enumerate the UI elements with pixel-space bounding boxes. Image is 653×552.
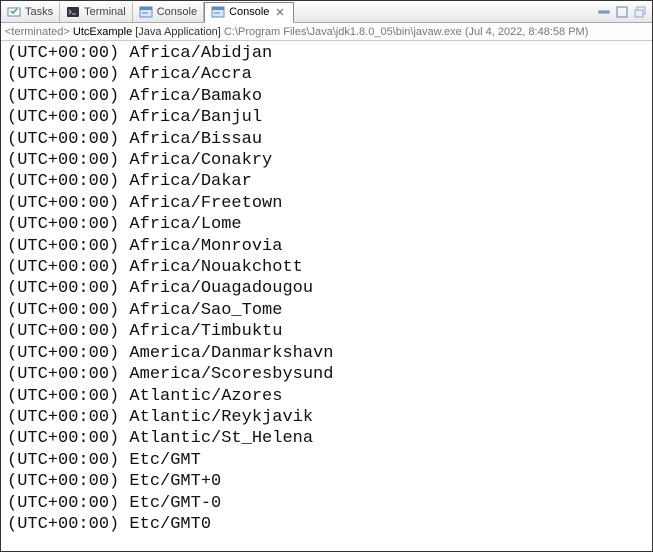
console-output[interactable]: (UTC+00:00) Africa/Abidjan (UTC+00:00) A…: [1, 41, 652, 551]
close-icon[interactable]: [273, 5, 287, 19]
console-icon: [211, 5, 225, 19]
tab-tasks[interactable]: Tasks: [1, 2, 60, 22]
maximize-icon[interactable]: [614, 4, 630, 20]
tasks-icon: [7, 5, 21, 19]
termination-tag: <terminated>: [5, 26, 70, 38]
exec-path: C:\Program Files\Java\jdk1.8.0_05\bin\ja…: [224, 26, 462, 38]
timestamp: (Jul 4, 2022, 8:48:58 PM): [465, 26, 589, 38]
app-name: UtcExample: [73, 26, 132, 38]
terminal-icon: [66, 5, 80, 19]
tab-console-1[interactable]: Console: [133, 2, 204, 22]
tab-bar: Tasks Terminal Console Console: [1, 1, 652, 23]
tab-label: Console: [157, 6, 197, 18]
console-icon: [139, 5, 153, 19]
minimize-icon[interactable]: [596, 4, 612, 20]
restore-icon[interactable]: [632, 4, 648, 20]
tab-label: Terminal: [84, 6, 126, 18]
tab-label: Tasks: [25, 6, 53, 18]
console-status: <terminated> UtcExample [Java Applicatio…: [1, 23, 652, 41]
tab-label: Console: [229, 6, 269, 18]
launch-config: [Java Application]: [135, 26, 221, 38]
tab-console-active[interactable]: Console: [204, 2, 294, 23]
view-toolbar: [596, 4, 652, 20]
tab-terminal[interactable]: Terminal: [60, 2, 133, 22]
